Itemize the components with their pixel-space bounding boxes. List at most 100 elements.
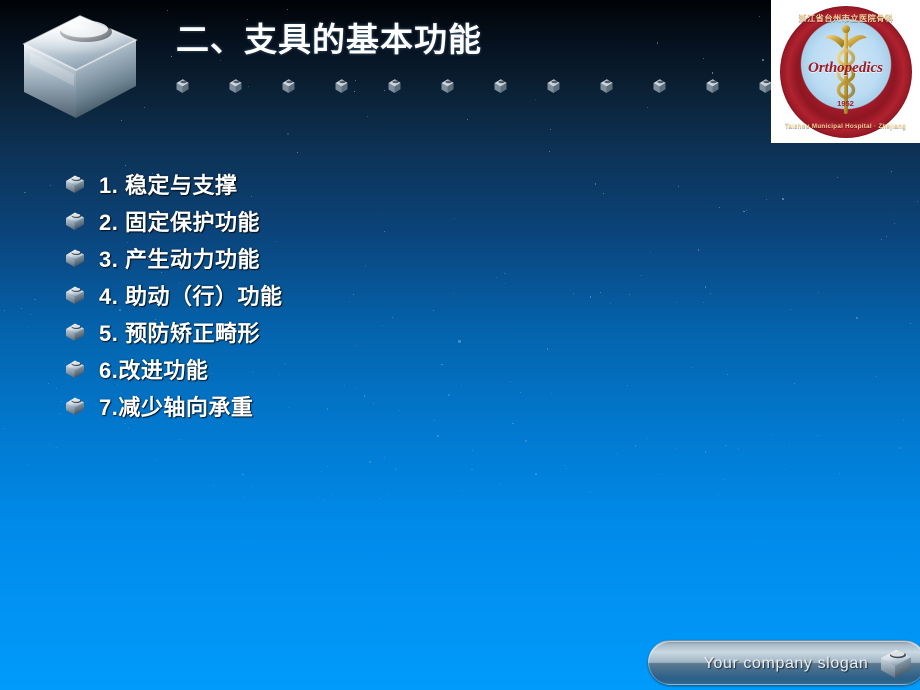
star-dot bbox=[902, 420, 904, 422]
star-dot bbox=[594, 183, 597, 185]
star-dot bbox=[121, 120, 123, 122]
star-dot bbox=[327, 466, 329, 468]
star-dot bbox=[144, 106, 146, 108]
star-dot bbox=[717, 493, 719, 495]
bullet-text: 2. 固定保护功能 bbox=[99, 209, 260, 235]
star-dot bbox=[641, 275, 643, 277]
mini-cube-icon bbox=[281, 78, 296, 94]
star-dot bbox=[535, 473, 537, 475]
star-dot bbox=[323, 499, 325, 501]
company-slogan-bar[interactable]: Your company slogan bbox=[648, 640, 920, 685]
company-slogan-text: Your company slogan bbox=[703, 654, 869, 672]
bullet-text: 3. 产生动力功能 bbox=[99, 246, 260, 272]
star-dot bbox=[790, 309, 792, 310]
bullet-text: 5. 预防矫正畸形 bbox=[99, 320, 260, 346]
star-dot bbox=[49, 184, 52, 187]
star-dot bbox=[171, 55, 173, 57]
star-dot bbox=[462, 489, 463, 491]
mini-cube-icon bbox=[334, 78, 349, 94]
star-dot bbox=[762, 59, 764, 61]
mini-cube-icon bbox=[493, 78, 508, 94]
star-dot bbox=[386, 492, 389, 495]
star-dot bbox=[725, 444, 727, 447]
star-dot bbox=[738, 447, 740, 449]
star-dot bbox=[697, 249, 700, 251]
star-dot bbox=[875, 376, 877, 378]
star-dot bbox=[242, 473, 244, 476]
star-dot bbox=[549, 128, 551, 130]
star-dot bbox=[367, 116, 369, 118]
star-dot bbox=[55, 388, 57, 390]
star-dot bbox=[47, 382, 49, 384]
star-dot bbox=[704, 286, 707, 288]
star-dot bbox=[890, 171, 892, 173]
star-dot bbox=[318, 496, 320, 498]
star-dot bbox=[649, 252, 651, 254]
star-dot bbox=[3, 427, 5, 429]
star-dot bbox=[893, 222, 895, 224]
star-dot bbox=[910, 322, 912, 324]
bullet-text: 4. 助动（行）功能 bbox=[99, 283, 283, 309]
cube-bullet-icon bbox=[64, 284, 86, 306]
bullet-text: 6.改进功能 bbox=[99, 357, 209, 383]
star-dot bbox=[599, 291, 601, 293]
star-dot bbox=[727, 374, 729, 376]
star-dot bbox=[793, 382, 795, 384]
bullet-row: 2. 固定保护功能 bbox=[64, 202, 584, 239]
star-dot bbox=[691, 366, 693, 368]
star-dot bbox=[59, 412, 61, 414]
star-dot bbox=[297, 151, 299, 153]
star-dot bbox=[899, 447, 902, 449]
star-dot bbox=[29, 313, 31, 315]
star-dot bbox=[703, 57, 705, 59]
emblem-english-ring-text: Taizhou Municipal Hospital · Zhejiang bbox=[784, 122, 907, 130]
star-dot bbox=[212, 485, 214, 487]
star-dot bbox=[782, 198, 784, 200]
mini-cube-icon bbox=[387, 78, 402, 94]
bullet-row: 6.改进功能 bbox=[64, 350, 584, 387]
star-dot bbox=[331, 493, 333, 495]
cube-bullet-icon bbox=[64, 358, 86, 380]
star-dot bbox=[746, 209, 748, 211]
star-dot bbox=[380, 497, 382, 499]
star-dot bbox=[886, 236, 888, 238]
pixel-artifact bbox=[458, 340, 461, 343]
star-dot bbox=[710, 293, 712, 295]
star-dot bbox=[369, 461, 371, 463]
cube-bullet-icon bbox=[64, 395, 86, 417]
mini-cube-icon bbox=[228, 78, 243, 94]
chrome-cube-icon bbox=[18, 8, 144, 120]
bullet-text: 7.减少轴向承重 bbox=[99, 394, 254, 420]
star-dot bbox=[916, 201, 918, 203]
star-dot bbox=[394, 468, 397, 471]
cube-bullet-icon bbox=[64, 247, 86, 269]
star-dot bbox=[55, 447, 57, 449]
star-dot bbox=[675, 448, 677, 450]
bullet-row: 5. 预防矫正畸形 bbox=[64, 313, 584, 350]
cube-bullet-icon bbox=[64, 173, 86, 195]
emblem-center-word: Orthopedics bbox=[808, 59, 883, 76]
star-dot bbox=[718, 206, 721, 209]
star-dot bbox=[711, 72, 714, 74]
star-dot bbox=[677, 185, 679, 187]
star-dot bbox=[616, 452, 618, 454]
mini-cube-icon bbox=[440, 78, 455, 94]
star-dot bbox=[589, 296, 592, 298]
slide-title: 二、支具的基本功能 bbox=[176, 21, 482, 58]
star-dot bbox=[603, 193, 605, 195]
mini-cube-icon bbox=[599, 78, 614, 94]
star-dot bbox=[178, 438, 181, 441]
star-dot bbox=[60, 400, 63, 403]
star-dot bbox=[525, 439, 527, 442]
star-dot bbox=[590, 492, 592, 494]
bullet-text: 1. 稳定与支撑 bbox=[99, 172, 238, 198]
star-dot bbox=[26, 464, 28, 466]
star-dot bbox=[836, 176, 838, 178]
hospital-emblem-icon: 浙江省台州市立医院骨科 Orthopedics 1952 Taizhou Mun… bbox=[779, 5, 912, 138]
star-dot bbox=[758, 16, 760, 18]
star-dot bbox=[743, 210, 746, 213]
star-dot bbox=[20, 307, 22, 309]
star-dot bbox=[771, 433, 773, 435]
bullet-row: 1. 稳定与支撑 bbox=[64, 165, 584, 202]
star-dot bbox=[704, 451, 707, 453]
